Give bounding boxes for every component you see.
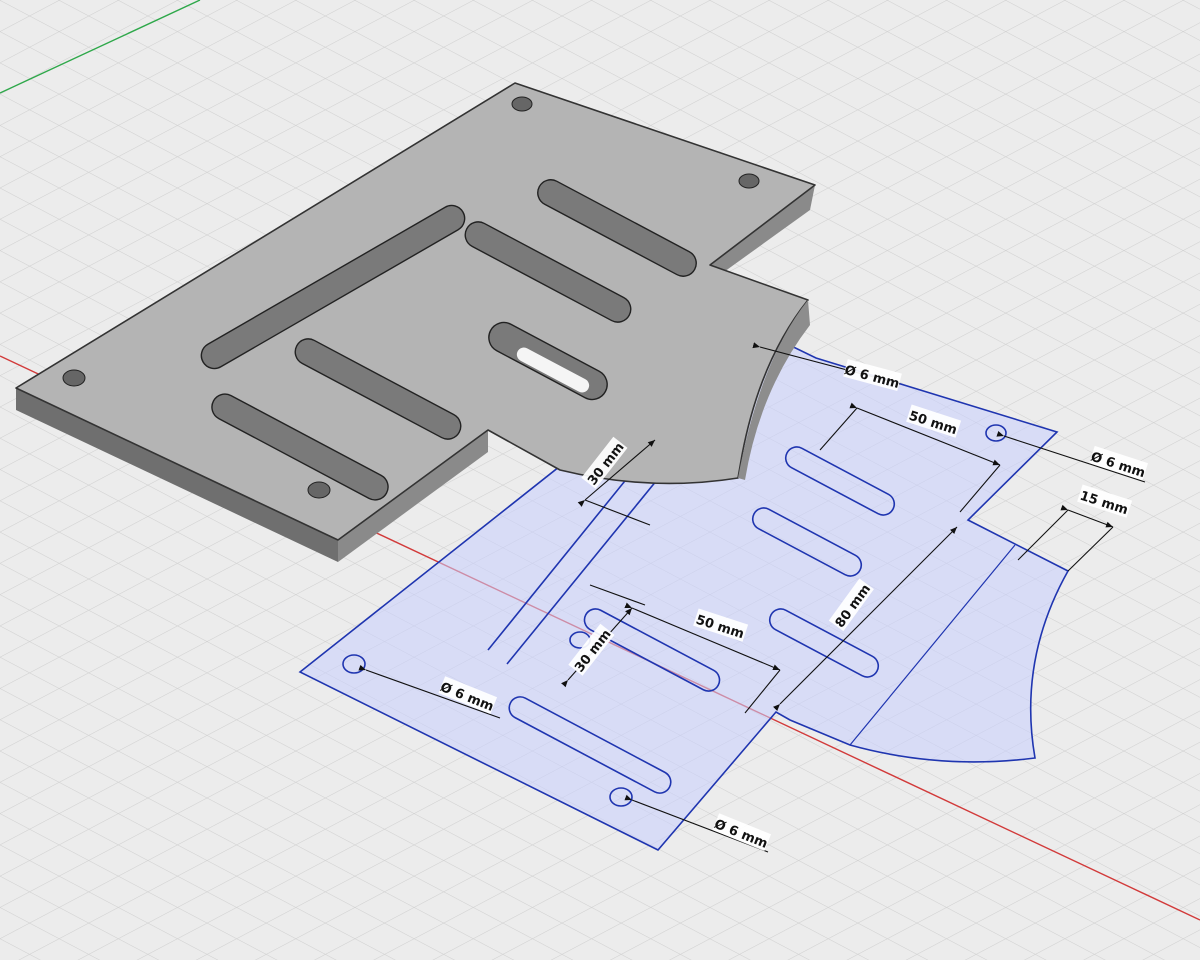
cad-viewport[interactable]: Ø 6 mm 50 mm Ø 6 mm 15 mm 30 mm 30 mm 50…: [0, 0, 1200, 960]
solid-hole: [62, 369, 86, 387]
viewport-canvas[interactable]: Ø 6 mm 50 mm Ø 6 mm 15 mm 30 mm 30 mm 50…: [0, 0, 1200, 960]
solid-hole: [307, 481, 331, 499]
solid-hole: [511, 96, 533, 112]
solid-hole: [738, 173, 760, 189]
